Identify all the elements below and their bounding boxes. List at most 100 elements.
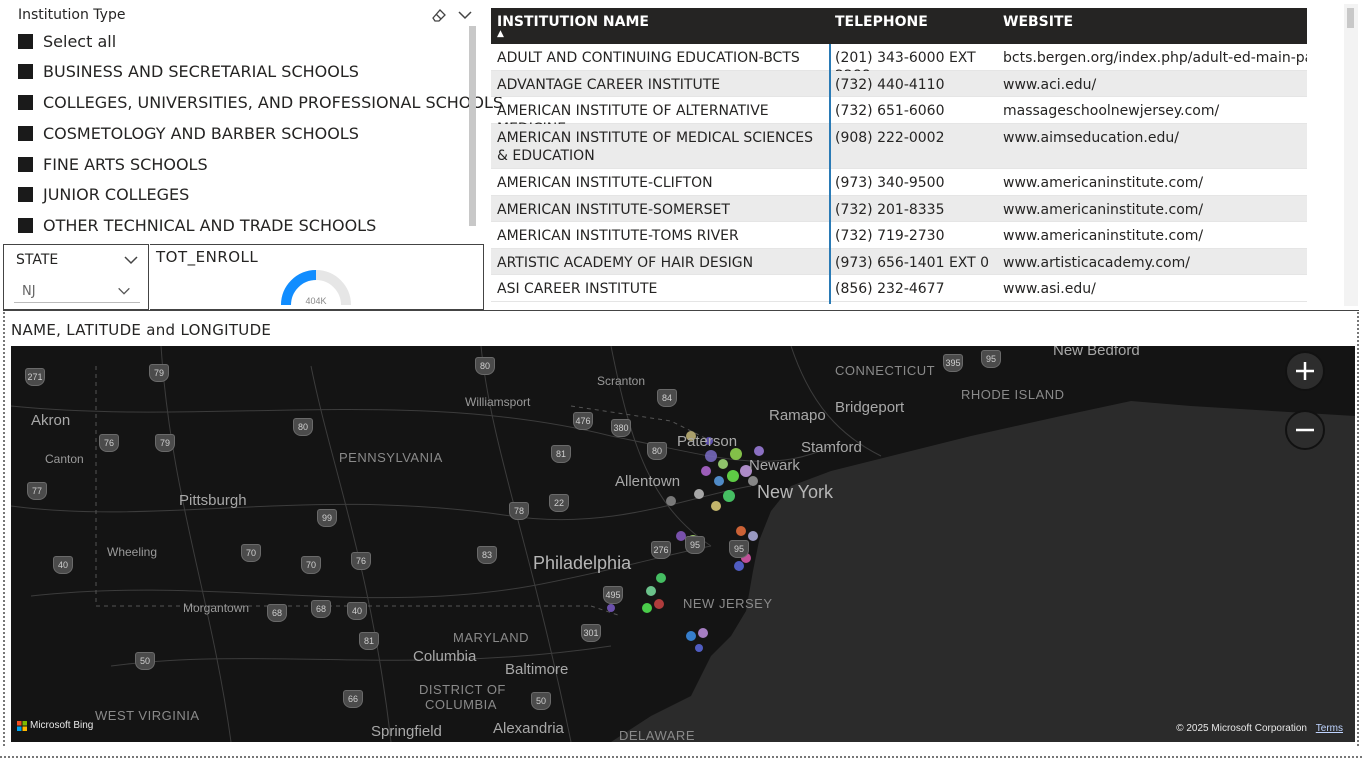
cell-website: bcts.bergen.org/index.php/adult-ed-main-… <box>1003 50 1307 66</box>
cell-website: www.americaninstitute.com/ <box>1003 175 1204 191</box>
highway-shield: 79 <box>149 364 169 382</box>
table-body: ADULT AND CONTINUING EDUCATION-BCTS (201… <box>491 44 1307 304</box>
highway-shield: 95 <box>729 540 749 558</box>
map-label-city: Bridgeport <box>835 399 905 416</box>
highway-shield: 50 <box>531 692 551 710</box>
scrollbar[interactable] <box>469 26 476 226</box>
highway-shield: 301 <box>581 624 601 642</box>
gauge-title: TOT_ENROLL <box>156 248 259 266</box>
table-row[interactable]: ASI CAREER INSTITUTE (856) 232-4677 www.… <box>491 275 1307 302</box>
cell-telephone: (732) 440-4110 <box>835 77 945 93</box>
map-label-city: Paterson <box>677 433 738 450</box>
cell-institution-name: AMERICAN INSTITUTE-TOMS RIVER <box>497 228 739 244</box>
map-canvas[interactable]: Akron Canton Pittsburgh Wheeling Morgant… <box>11 346 1355 742</box>
highway-shield: 395 <box>943 354 963 372</box>
highway-shield: 22 <box>549 494 569 512</box>
checkbox[interactable] <box>18 156 33 172</box>
highway-shield: 50 <box>135 652 155 670</box>
map-label-city: Allentown <box>615 473 681 490</box>
state-slicer-title: STATE <box>16 252 59 268</box>
type-option[interactable]: COSMETOLOGY AND BARBER SCHOOLS <box>18 122 359 144</box>
map-label-city: Alexandria <box>493 720 564 737</box>
table-row[interactable]: ADVANTAGE CAREER INSTITUTE (732) 440-411… <box>491 71 1307 97</box>
type-option-label: BUSINESS AND SECRETARIAL SCHOOLS <box>43 61 359 81</box>
checkbox[interactable] <box>18 186 33 202</box>
map-label-state: DELAWARE <box>619 728 695 742</box>
chevron-down-icon[interactable] <box>122 251 140 269</box>
map-label-city: Newark <box>749 457 800 474</box>
table-row[interactable]: AMERICAN INSTITUTE OF ALTERNATIVE MEDICI… <box>491 97 1307 137</box>
column-header-telephone[interactable]: TELEPHONE <box>829 8 997 44</box>
table-row[interactable]: ADULT AND CONTINUING EDUCATION-BCTS (201… <box>491 44 1307 84</box>
chevron-down-icon <box>116 283 134 301</box>
map-label-city: Canton <box>45 452 84 466</box>
highway-shield: 70 <box>241 544 261 562</box>
state-dropdown[interactable]: NJ <box>14 279 140 303</box>
table-row[interactable]: AMERICAN INSTITUTE-CLIFTON (973) 340-950… <box>491 169 1307 196</box>
column-header-website[interactable]: WEBSITE <box>997 8 1307 44</box>
checkbox[interactable] <box>18 94 33 110</box>
copyright-text: © 2025 Microsoft Corporation <box>1176 723 1307 734</box>
chevron-down-icon[interactable] <box>456 6 474 24</box>
highway-shield: 380 <box>611 419 631 437</box>
type-option[interactable]: COLLEGES, UNIVERSITIES, AND PROFESSIONAL… <box>18 91 503 113</box>
scrollbar-track[interactable] <box>1344 4 1358 306</box>
map-label-state: MARYLAND <box>453 630 530 645</box>
bing-attribution: Microsoft Bing <box>17 720 93 731</box>
table-row[interactable]: AMERICAN INSTITUTE-TOMS RIVER (732) 719-… <box>491 222 1307 249</box>
column-header-name[interactable]: INSTITUTION NAME ▲ <box>491 8 829 44</box>
page-border <box>0 756 1362 758</box>
terms-link[interactable]: Terms <box>1316 723 1343 734</box>
checkbox[interactable] <box>18 63 33 79</box>
highway-shield: 78 <box>509 502 529 520</box>
enrollment-gauge-card[interactable]: TOT_ENROLL 404K <box>150 244 484 310</box>
highway-shield: 40 <box>53 556 73 574</box>
map-label-city: Wheeling <box>107 545 158 559</box>
checkbox[interactable] <box>18 217 33 233</box>
cell-telephone: (732) 719-2730 <box>835 228 945 244</box>
map-label-city: Williamsport <box>465 395 531 409</box>
highway-shield: 80 <box>475 357 495 375</box>
checkbox[interactable] <box>18 125 33 141</box>
cell-institution-name: AMERICAN INSTITUTE OF MEDICAL SCIENCES &… <box>497 130 814 164</box>
eraser-icon[interactable] <box>430 6 448 24</box>
cell-website: www.americaninstitute.com/ <box>1003 228 1204 244</box>
map-label-city: Springfield <box>371 723 442 740</box>
section-divider <box>3 310 1359 311</box>
map-label-city: New Bedford <box>1053 346 1140 359</box>
cell-website: www.aimseducation.edu/ <box>1003 130 1179 146</box>
checkbox[interactable] <box>18 33 33 49</box>
cell-institution-name: AMERICAN INSTITUTE-CLIFTON <box>497 175 713 191</box>
highway-shield: 66 <box>343 690 363 708</box>
cell-telephone: (732) 651-6060 <box>835 103 945 119</box>
highway-shield: 81 <box>359 632 379 650</box>
cell-institution-name: ARTISTIC ACADEMY OF HAIR DESIGN <box>497 255 754 271</box>
type-option[interactable]: FINE ARTS SCHOOLS <box>18 153 208 175</box>
microsoft-logo-icon <box>17 720 27 731</box>
cell-website: massageschoolnewjersey.com/ <box>1003 103 1220 119</box>
type-option[interactable]: BUSINESS AND SECRETARIAL SCHOOLS <box>18 60 359 82</box>
cell-telephone: (908) 222-0002 <box>835 130 945 146</box>
map-label-state: PENNSYLVANIA <box>339 450 443 465</box>
scrollbar[interactable] <box>1347 8 1354 28</box>
table-row[interactable]: AMERICAN INSTITUTE OF MEDICAL SCIENCES &… <box>491 124 1307 169</box>
plus-icon <box>1296 362 1314 380</box>
type-option-select-all[interactable]: Select all <box>18 30 116 52</box>
map-label-city: Baltimore <box>505 661 569 678</box>
type-option[interactable]: OTHER TECHNICAL AND TRADE SCHOOLS <box>18 214 376 236</box>
map-label-state: WEST VIRGINIA <box>95 708 200 723</box>
gauge-value-label: 404K <box>305 296 326 306</box>
map-label-city: Columbia <box>413 648 477 665</box>
zoom-out-button[interactable] <box>1285 410 1325 450</box>
table-row[interactable]: AMERICAN INSTITUTE-SOMERSET (732) 201-83… <box>491 196 1307 222</box>
table-header: INSTITUTION NAME ▲ TELEPHONE WEBSITE <box>491 8 1307 44</box>
map-label-city: Akron <box>31 412 71 429</box>
type-option-label: JUNIOR COLLEGES <box>43 184 190 204</box>
type-option-label: COSMETOLOGY AND BARBER SCHOOLS <box>43 123 359 143</box>
cell-institution-name: ADULT AND CONTINUING EDUCATION-BCTS <box>497 50 800 66</box>
type-option[interactable]: JUNIOR COLLEGES <box>18 183 189 205</box>
zoom-in-button[interactable] <box>1285 351 1325 391</box>
highway-shield: 80 <box>647 442 667 460</box>
minus-icon <box>1296 428 1314 432</box>
table-row[interactable]: ARTISTIC ACADEMY OF HAIR DESIGN (973) 65… <box>491 249 1307 275</box>
